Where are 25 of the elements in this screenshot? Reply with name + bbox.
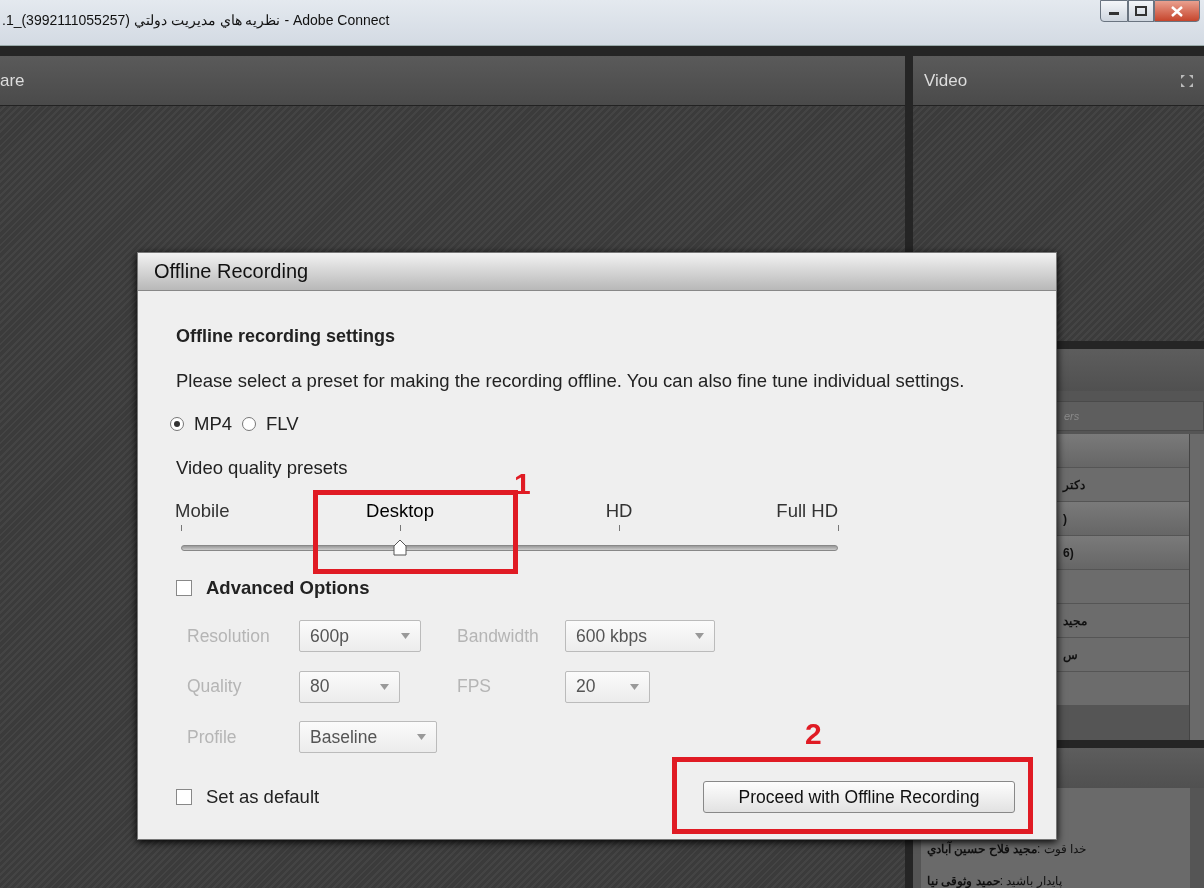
preset-label[interactable]: Desktop bbox=[366, 499, 434, 523]
preset-label[interactable]: Mobile bbox=[175, 499, 230, 523]
window-title: .1_(3992111055257) نظريه هاي مديريت دولتي - Adobe Connect bbox=[1, 11, 391, 28]
format-label: FLV bbox=[266, 413, 299, 435]
checkbox-label: Advanced Options bbox=[206, 577, 370, 599]
presets-label: Video quality presets bbox=[176, 456, 348, 480]
section-heading: Offline recording settings bbox=[176, 325, 396, 348]
chat-message: خدا قوت :مجید فلاح حسین آبادي bbox=[927, 842, 1088, 856]
field-label: Resolution bbox=[187, 625, 270, 647]
step-number: 1 bbox=[514, 469, 531, 499]
field-label: Quality bbox=[187, 676, 242, 697]
checkbox-label: Set as default bbox=[206, 786, 320, 808]
field-label: Bandwidth bbox=[457, 625, 539, 647]
dialog-title: Offline Recording bbox=[154, 260, 309, 283]
pod-title: are bbox=[0, 70, 25, 91]
preset-label[interactable]: HD bbox=[605, 499, 633, 523]
field-label: Profile bbox=[187, 726, 237, 748]
description-text: Please select a preset for making the recording offline. You can also fine tune individual settings. bbox=[176, 369, 965, 393]
step-number: 2 bbox=[805, 719, 822, 749]
pod-title: Video bbox=[924, 70, 968, 91]
proceed-button[interactable]: Proceed with Offline Recording bbox=[703, 781, 1015, 813]
field-label: FPS bbox=[457, 676, 492, 697]
preset-label[interactable]: Full HD bbox=[776, 499, 838, 523]
format-label: MP4 bbox=[194, 413, 233, 435]
chat-message: پایدار باشید :حمید وثوقی نیا bbox=[927, 874, 1063, 888]
